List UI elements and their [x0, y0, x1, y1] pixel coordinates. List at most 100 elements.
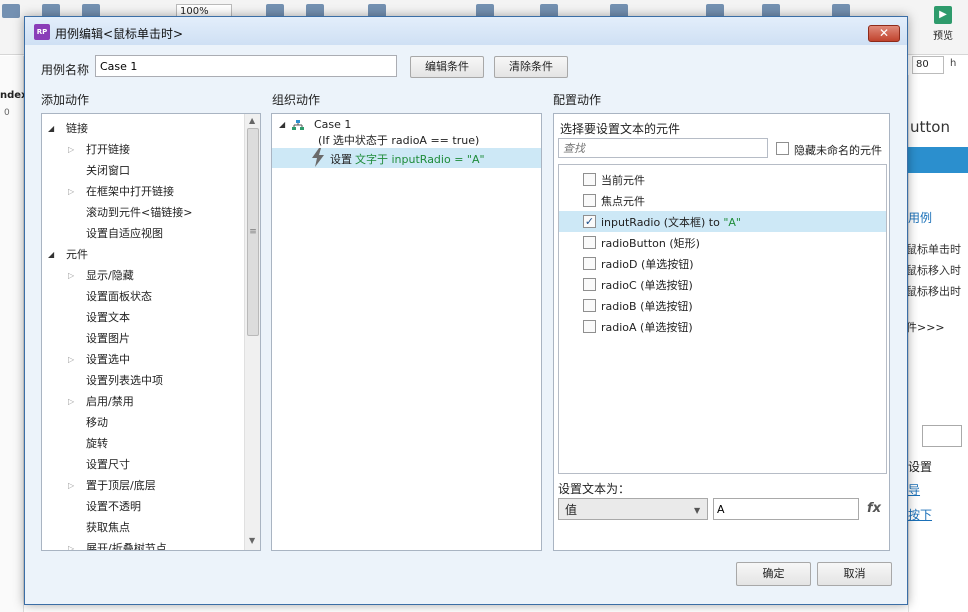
- hide-unnamed-checkbox[interactable]: [776, 142, 789, 155]
- tree-item[interactable]: 设置列表选中项: [42, 370, 242, 391]
- widget-search-input[interactable]: [558, 138, 768, 158]
- widget-label: radioButton (矩形): [601, 235, 700, 251]
- close-button[interactable]: ✕: [868, 25, 900, 42]
- widget-value: "A": [723, 216, 741, 229]
- clear-condition-button[interactable]: 清除条件: [494, 56, 568, 78]
- dialog-titlebar[interactable]: RP 用例编辑<鼠标单击时> ✕: [25, 17, 907, 45]
- event-item-mouseenter[interactable]: 鼠标移入时: [906, 262, 961, 278]
- inspector-usecase-tab[interactable]: 用例: [908, 209, 932, 226]
- ok-button[interactable]: 确定: [736, 562, 811, 586]
- tree-item[interactable]: 设置不透明: [42, 496, 242, 517]
- event-item-click[interactable]: 鼠标单击时: [906, 241, 961, 257]
- widget-name: radioB (单选按钮): [601, 300, 693, 313]
- action-detail: 文字于 inputRadio = "A": [355, 153, 485, 166]
- case-expand-icon[interactable]: ◢: [279, 120, 285, 129]
- tree-item[interactable]: ▷ 在框架中打开链接: [42, 181, 242, 202]
- tree-item[interactable]: ▷ 打开链接: [42, 139, 242, 160]
- tree-item-label: 链接: [66, 122, 88, 135]
- tree-item-label: 显示/隐藏: [86, 269, 134, 282]
- collapsed-arrow-icon[interactable]: ▷: [68, 139, 74, 160]
- widget-name: radioD (单选按钮): [601, 258, 694, 271]
- widget-checkbox[interactable]: [583, 257, 596, 270]
- tree-item[interactable]: ▷ 设置选中: [42, 349, 242, 370]
- case-name-input[interactable]: [95, 55, 397, 77]
- collapsed-arrow-icon[interactable]: ▷: [68, 349, 74, 370]
- tree-item[interactable]: 设置文本: [42, 307, 242, 328]
- tree-item[interactable]: 设置面板状态: [42, 286, 242, 307]
- widget-checkbox[interactable]: [583, 299, 596, 312]
- widget-label: radioD (单选按钮): [601, 256, 694, 272]
- inspector-tab-bar[interactable]: [908, 147, 968, 173]
- widget-label: radioB (单选按钮): [601, 298, 693, 314]
- tree-scrollbar[interactable]: ▲ ≡ ▼: [244, 114, 260, 550]
- expanded-arrow-icon[interactable]: ◢: [48, 118, 54, 139]
- widget-row[interactable]: radioA (单选按钮): [559, 316, 886, 337]
- widget-row[interactable]: 焦点元件: [559, 190, 886, 211]
- tree-item[interactable]: 旋转: [42, 433, 242, 454]
- widget-checkbox[interactable]: [583, 278, 596, 291]
- fx-function-button[interactable]: fx: [863, 498, 885, 520]
- widget-checkbox[interactable]: [583, 173, 596, 186]
- tree-item[interactable]: 设置图片: [42, 328, 242, 349]
- widget-checkbox[interactable]: [583, 194, 596, 207]
- widget-row[interactable]: radioB (单选按钮): [559, 295, 886, 316]
- action-row-selected[interactable]: 设置 文字于 inputRadio = "A": [272, 148, 541, 168]
- scroll-up-arrow-icon[interactable]: ▲: [249, 116, 255, 125]
- scroll-thumb[interactable]: ≡: [247, 128, 259, 336]
- widget-label: radioA (单选按钮): [601, 319, 693, 335]
- tree-item[interactable]: 滚动到元件<锚链接>: [42, 202, 242, 223]
- chevron-down-icon[interactable]: ▼: [694, 506, 700, 515]
- preview-play-icon[interactable]: ▶: [934, 6, 952, 24]
- edit-condition-button[interactable]: 编辑条件: [410, 56, 484, 78]
- set-text-label: 设置文本为：: [558, 482, 631, 496]
- collapsed-arrow-icon[interactable]: ▷: [68, 265, 74, 286]
- collapsed-arrow-icon[interactable]: ▷: [68, 538, 74, 550]
- tree-item[interactable]: ▷ 置于顶层/底层: [42, 475, 242, 496]
- tree-item[interactable]: 关闭窗口: [42, 160, 242, 181]
- tree-item[interactable]: ◢ 元件: [42, 244, 242, 265]
- tree-item[interactable]: 获取焦点: [42, 517, 242, 538]
- tree-item-label: 设置图片: [86, 332, 130, 345]
- tree-item-label: 获取焦点: [86, 521, 130, 534]
- value-type-select[interactable]: 值: [558, 498, 708, 520]
- tree-item[interactable]: 设置自适应视图: [42, 223, 242, 244]
- tree-item[interactable]: ▷ 启用/禁用: [42, 391, 242, 412]
- cancel-button[interactable]: 取消: [817, 562, 892, 586]
- tree-item[interactable]: 设置尺寸: [42, 454, 242, 475]
- tree-item[interactable]: ▷ 展开/折叠树节点: [42, 538, 242, 550]
- tree-item[interactable]: ◢ 链接: [42, 118, 242, 139]
- widget-row[interactable]: radioButton (矩形): [559, 232, 886, 253]
- widget-row[interactable]: ✓ inputRadio (文本框) to "A": [559, 211, 886, 232]
- toolbar-tool-icon[interactable]: [2, 4, 20, 18]
- collapsed-arrow-icon[interactable]: ▷: [68, 391, 74, 412]
- case-condition: (If 选中状态于 radioA == true): [318, 134, 480, 147]
- inspector-link[interactable]: 按下: [908, 506, 932, 523]
- collapsed-arrow-icon[interactable]: ▷: [68, 181, 74, 202]
- expanded-arrow-icon[interactable]: ◢: [48, 244, 54, 265]
- case-editor-dialog: RP 用例编辑<鼠标单击时> ✕ 用例名称 编辑条件 清除条件 添加动作 组织动…: [24, 16, 908, 605]
- tree-item-label: 在框架中打开链接: [86, 185, 174, 198]
- widget-checkbox[interactable]: [583, 236, 596, 249]
- color-picker[interactable]: [922, 425, 962, 447]
- widget-name: radioC (单选按钮): [601, 279, 693, 292]
- widget-checkbox[interactable]: [583, 320, 596, 333]
- inspector-link[interactable]: 导: [908, 481, 920, 498]
- collapsed-arrow-icon[interactable]: ▷: [68, 475, 74, 496]
- more-events-link[interactable]: 件>>>: [906, 319, 945, 335]
- tree-item[interactable]: ▷ 显示/隐藏: [42, 265, 242, 286]
- widget-name: radioA (单选按钮): [601, 321, 693, 334]
- scroll-down-arrow-icon[interactable]: ▼: [249, 536, 255, 545]
- widget-row[interactable]: radioD (单选按钮): [559, 253, 886, 274]
- widget-checkbox[interactable]: ✓: [583, 215, 596, 228]
- widget-row[interactable]: radioC (单选按钮): [559, 274, 886, 295]
- case-label[interactable]: Case 1: [314, 118, 351, 131]
- tree-item-label: 设置不透明: [86, 500, 141, 513]
- text-value-input[interactable]: [713, 498, 859, 520]
- widget-row[interactable]: 当前元件: [559, 169, 886, 190]
- tree-item[interactable]: 移动: [42, 412, 242, 433]
- select-widget-label: 选择要设置文本的元件: [560, 122, 681, 136]
- event-item-mouseleave[interactable]: 鼠标移出时: [906, 283, 961, 299]
- width-field[interactable]: 80: [912, 56, 944, 74]
- hide-unnamed-label: 隐藏未命名的元件: [794, 144, 882, 157]
- add-actions-title: 添加动作: [41, 93, 90, 107]
